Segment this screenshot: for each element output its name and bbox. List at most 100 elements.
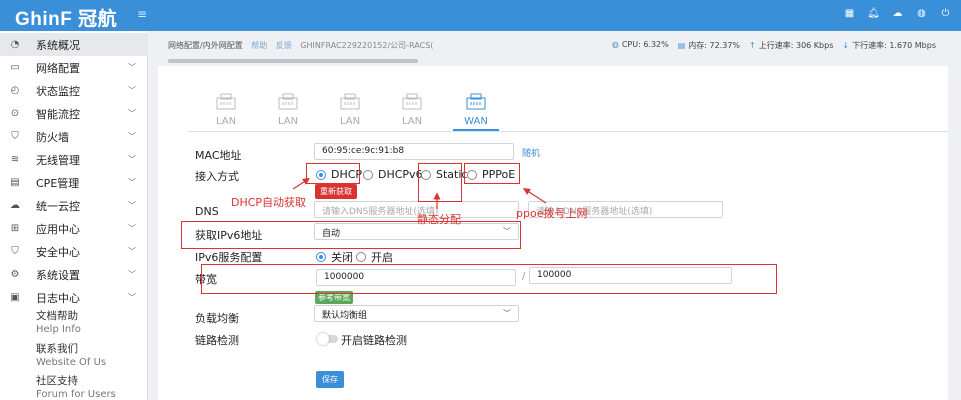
horizontal-scrollbar[interactable] — [168, 59, 418, 63]
menu-toggle-icon[interactable]: ≡ — [137, 7, 147, 21]
tab-label: LAN — [215, 116, 237, 127]
sidebar-item-monitor[interactable]: ◴ 状态监控 ﹀ — [0, 79, 148, 102]
flow-icon: ⊙ — [10, 108, 20, 119]
sidebar-item-label: 系统概况 — [36, 38, 80, 52]
radio-ipv6-on[interactable]: 开启 — [356, 249, 393, 265]
annotation-pppoe: ppoe拨号上网 — [516, 207, 588, 220]
radio-ipv6-off[interactable]: 关闭 — [316, 249, 353, 265]
mem-stat: ▤ 内存: 72.37% — [678, 40, 740, 51]
ethernet-port-icon — [401, 92, 423, 110]
sidebar-item-cpe[interactable]: ▤ CPE管理 ﹀ — [0, 171, 148, 194]
help-link[interactable]: 帮助 — [251, 41, 267, 50]
sidebar-link-contact[interactable]: 联系我们 Website Of Us — [36, 343, 106, 369]
ethernet-port-icon — [277, 92, 299, 110]
ethernet-port-icon — [465, 92, 487, 110]
sidebar-item-settings[interactable]: ⚙ 系统设置 ﹀ — [0, 263, 148, 286]
load-balance-select[interactable]: 默认均衡组 ﹀ — [314, 305, 519, 322]
highlight-bandwidth — [201, 264, 777, 294]
renew-button[interactable]: 重新获取 — [315, 184, 357, 199]
load-balance-value: 默认均衡组 — [322, 311, 368, 321]
tab-lan-3[interactable]: LAN — [332, 92, 368, 128]
doc-label-en: Help Info — [36, 324, 81, 335]
link-check-label: 链路检测 — [195, 334, 239, 347]
chevron-down-icon: ﹀ — [128, 155, 136, 164]
power-icon[interactable]: ⏻ — [940, 8, 951, 19]
up-stat: ↑ 上行速率: 306 Kbps — [749, 40, 833, 51]
feedback-link[interactable]: 反馈 — [276, 41, 292, 50]
sidebar-link-help[interactable]: 文档帮助 Help Info — [36, 310, 81, 336]
ethernet-port-icon — [339, 92, 361, 110]
cloud-icon: ☁ — [10, 200, 20, 211]
access-mode-label: 接入方式 — [195, 170, 239, 183]
sidebar-item-wireless[interactable]: ≋ 无线管理 ﹀ — [0, 148, 148, 171]
radio-dot — [363, 169, 373, 180]
sidebar-link-forum[interactable]: 社区支持 Forum for Users — [36, 375, 116, 400]
tab-label: LAN — [401, 116, 423, 127]
chevron-down-icon: ﹀ — [128, 86, 136, 95]
chevron-down-icon: ﹀ — [128, 201, 136, 210]
load-balance-label: 负载均衡 — [195, 312, 239, 325]
arrow-up-icon: ↑ — [749, 41, 756, 50]
chevron-down-icon: ﹀ — [128, 178, 136, 187]
highlight-ipv6 — [181, 221, 521, 249]
ipv6-service-label: IPv6服务配置 — [195, 251, 263, 264]
chevron-down-icon: ﹀ — [128, 247, 136, 256]
highlight-pppoe — [464, 163, 520, 184]
sidebar-item-logs[interactable]: ▣ 日志中心 ﹀ — [0, 286, 148, 309]
down-value: 下行速率: 1.670 Mbps — [852, 41, 936, 50]
sidebar-item-firewall[interactable]: ⛉ 防火墙 ﹀ — [0, 125, 148, 148]
wifi-icon: ≋ — [10, 154, 20, 165]
sidebar-item-label: 智能流控 — [36, 107, 80, 121]
random-mac-link[interactable]: 随机 — [522, 146, 540, 159]
chevron-down-icon: ﹀ — [128, 224, 136, 233]
chevron-down-icon: ﹀ — [503, 309, 511, 318]
radio-dot — [356, 252, 366, 262]
tab-divider — [188, 131, 948, 132]
mem-value: 内存: 72.37% — [688, 41, 741, 50]
cpu-stat: ◍ CPU: 6.32% — [612, 40, 669, 51]
memory-icon: ▤ — [677, 41, 686, 50]
up-value: 上行速率: 306 Kbps — [758, 41, 834, 50]
radio-dhcpv6[interactable]: DHCPv6 — [363, 168, 423, 181]
tab-label: LAN — [339, 116, 361, 127]
globe-icon[interactable]: ◍ — [916, 8, 927, 19]
sidebar-item-security[interactable]: ⛉ 安全中心 ﹀ — [0, 240, 148, 263]
tab-lan-2[interactable]: LAN — [270, 92, 306, 128]
active-tab-indicator — [453, 129, 499, 131]
sidebar-item-apps[interactable]: ⊞ 应用中心 ﹀ — [0, 217, 148, 240]
tab-lan-4[interactable]: LAN — [394, 92, 430, 128]
radio-dot — [316, 252, 326, 262]
sidebar-item-flow[interactable]: ⊙ 智能流控 ﹀ — [0, 102, 148, 125]
chevron-down-icon: ﹀ — [128, 109, 136, 118]
down-stat: ↓ 下行速率: 1.670 Mbps — [842, 40, 936, 51]
ethernet-port-icon — [215, 92, 237, 110]
doc-label: 文档帮助 — [36, 310, 78, 322]
save-button[interactable]: 保存 — [316, 371, 344, 388]
grid-icon[interactable]: ▦ — [844, 8, 855, 19]
link-check-toggle-label: 开启链路检测 — [341, 334, 407, 347]
sidebar-item-network[interactable]: ▭ 网络配置 ﹀ — [0, 56, 148, 79]
sidebar: ◔ 系统概况 ▭ 网络配置 ﹀ ◴ 状态监控 ﹀ ⊙ 智能流控 ﹀ ⛉ 防火墙 … — [0, 31, 148, 400]
sidebar-item-label: 网络配置 — [36, 61, 80, 75]
tab-lan-1[interactable]: LAN — [208, 92, 244, 128]
chevron-down-icon: ﹀ — [128, 132, 136, 141]
tab-label: LAN — [277, 116, 299, 127]
mac-input[interactable]: 60:95:ce:9c:91:b8 — [314, 143, 514, 160]
cpe-icon: ▤ — [10, 177, 20, 188]
dns-label: DNS — [195, 205, 219, 218]
radio-label: DHCPv6 — [378, 168, 423, 181]
gear-icon: ⚙ — [10, 269, 20, 280]
cpu-value: CPU: 6.32% — [621, 40, 669, 49]
sidebar-item-overview[interactable]: ◔ 系统概况 — [0, 33, 148, 56]
highlight-static — [418, 163, 462, 202]
sidebar-item-label: 应用中心 — [36, 222, 80, 236]
annotation-static: 静态分配 — [417, 213, 461, 226]
sidebar-item-cloud[interactable]: ☁ 统一云控 ﹀ — [0, 194, 148, 217]
tab-label: WAN — [464, 116, 488, 127]
tab-wan[interactable]: WAN — [458, 92, 494, 128]
chevron-down-icon: ﹀ — [128, 270, 136, 279]
link-check-toggle[interactable] — [317, 333, 338, 345]
bell-icon[interactable]: 🔔︎ — [867, 8, 880, 19]
cloud-icon[interactable]: ☁ — [892, 8, 903, 19]
sidebar-item-label: 防火墙 — [36, 130, 69, 144]
